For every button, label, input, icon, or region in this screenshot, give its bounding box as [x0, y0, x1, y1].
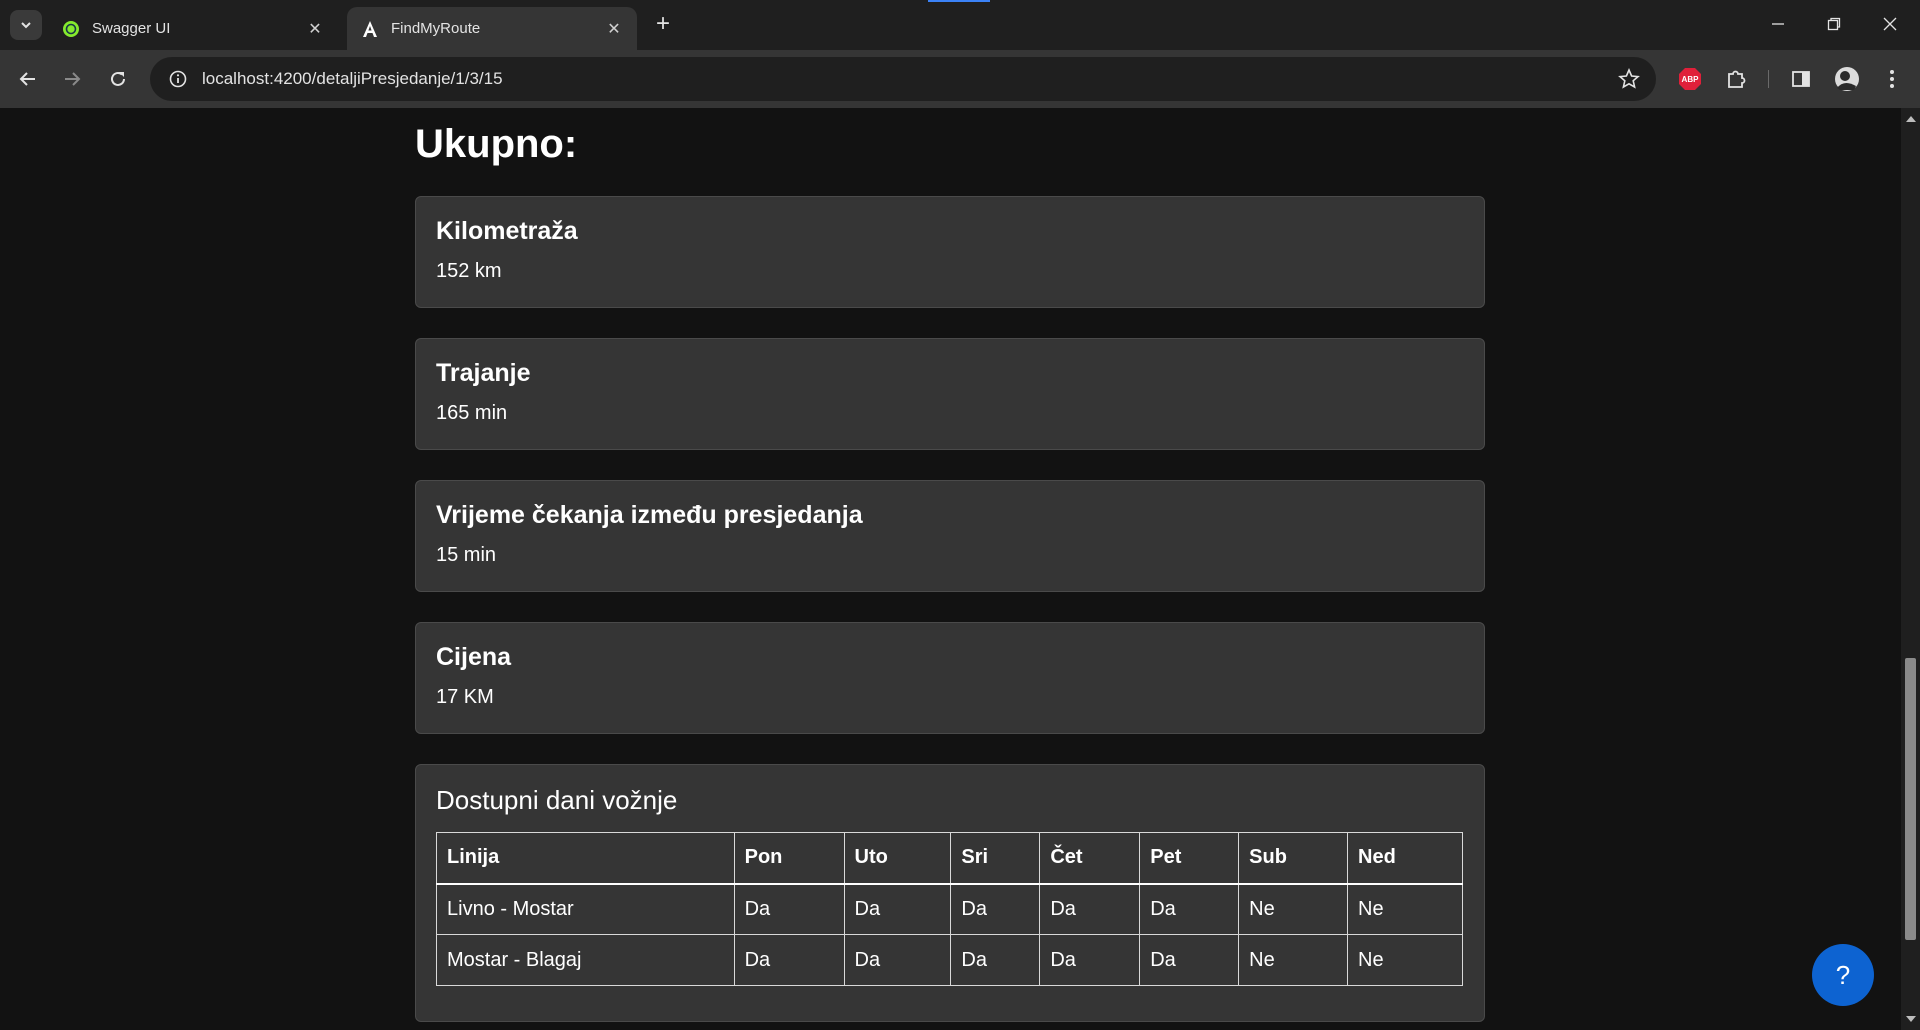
distance-card: Kilometraža 152 km [415, 196, 1485, 308]
profile-avatar-icon[interactable] [1833, 65, 1861, 93]
table-row: Mostar - Blagaj Da Da Da Da Da Ne Ne [436, 934, 1463, 986]
menu-kebab-icon[interactable] [1878, 65, 1906, 93]
arrow-right-icon [65, 72, 81, 86]
duration-card: Trajanje 165 min [415, 338, 1485, 450]
loading-indicator [928, 0, 990, 2]
table-cell: Da [733, 934, 845, 986]
reload-button[interactable] [102, 63, 134, 95]
new-tab-button[interactable]: + [650, 11, 676, 37]
scrollbar-thumb[interactable] [1905, 658, 1916, 940]
arrow-left-icon [19, 72, 35, 86]
scroll-up-icon[interactable] [1906, 116, 1916, 122]
tab-title: Swagger UI [92, 20, 171, 37]
table-header-cell: Ned [1347, 832, 1463, 885]
table-header-cell: Pet [1139, 832, 1240, 885]
table-header-row: Linija Pon Uto Sri Čet Pet Sub Ned [436, 832, 1463, 885]
table-cell: Livno - Mostar [436, 883, 735, 935]
side-panel-icon[interactable] [1787, 65, 1815, 93]
back-button[interactable] [12, 63, 44, 95]
card-title: Trajanje [436, 359, 531, 387]
price-card: Cijena 17 KM [415, 622, 1485, 734]
bookmark-star-icon[interactable] [1618, 67, 1640, 95]
table-cell: Ne [1347, 883, 1463, 935]
page-scrollbar[interactable] [1901, 108, 1920, 1030]
toolbar-divider [1768, 70, 1769, 88]
page-viewport: Ukupno: Kilometraža 152 km Trajanje 165 … [0, 108, 1901, 1030]
browser-toolbar: localhost:4200/detaljiPresjedanje/1/3/15… [0, 50, 1920, 108]
site-info-icon[interactable] [156, 70, 200, 88]
table-cell: Da [950, 934, 1041, 986]
minimize-icon[interactable] [1758, 10, 1798, 40]
card-value: 152 km [436, 260, 502, 282]
table-cell: Da [843, 934, 952, 986]
close-icon[interactable]: ✕ [306, 19, 324, 39]
card-title: Cijena [436, 643, 512, 671]
card-value: 165 min [436, 402, 508, 424]
adblock-label: ABP [1681, 74, 1699, 84]
close-icon[interactable]: ✕ [605, 19, 623, 39]
table-cell: Da [1139, 883, 1240, 935]
tab-swagger[interactable]: Swagger UI ✕ [48, 7, 338, 50]
table-header-cell: Pon [733, 832, 845, 885]
tab-title: FindMyRoute [391, 20, 481, 37]
extensions-puzzle-icon[interactable] [1722, 65, 1750, 93]
restore-icon[interactable] [1814, 10, 1854, 40]
tab-strip: Swagger UI ✕ FindMyRoute ✕ + [0, 0, 1920, 50]
route-summary: Ukupno: Kilometraža 152 km Trajanje 165 … [415, 108, 1485, 1022]
table-header-cell: Sri [950, 832, 1041, 885]
table-cell: Da [950, 883, 1041, 935]
card-title: Vrijeme čekanja između presjedanja [436, 501, 863, 529]
table-cell: Da [843, 883, 952, 935]
table-header-cell: Uto [843, 832, 952, 885]
url-text[interactable]: localhost:4200/detaljiPresjedanje/1/3/15 [202, 69, 503, 89]
table-cell: Da [1039, 934, 1141, 986]
card-value: 17 KM [436, 686, 494, 708]
tab-search-button[interactable] [10, 10, 42, 40]
forward-button[interactable] [56, 63, 88, 95]
table-cell: Da [1039, 883, 1141, 935]
angular-icon [361, 20, 379, 38]
swagger-icon [62, 20, 80, 38]
table-cell: Mostar - Blagaj [436, 934, 735, 986]
table-row: Livno - Mostar Da Da Da Da Da Ne Ne [436, 883, 1463, 935]
help-button[interactable]: ? [1812, 944, 1874, 1006]
address-bar[interactable]: localhost:4200/detaljiPresjedanje/1/3/15 [150, 57, 1656, 101]
waiting-time-card: Vrijeme čekanja između presjedanja 15 mi… [415, 480, 1485, 592]
table-header-cell: Sub [1238, 832, 1349, 885]
available-days-card: Dostupni dani vožnje Linija Pon Uto Sri … [415, 764, 1485, 1022]
table-cell: Ne [1238, 883, 1349, 935]
days-table: Linija Pon Uto Sri Čet Pet Sub Ned Livno… [436, 832, 1463, 986]
table-header-cell: Čet [1039, 832, 1141, 885]
page-title: Ukupno: [415, 122, 578, 166]
scroll-down-icon[interactable] [1906, 1016, 1916, 1022]
tab-findmyroute[interactable]: FindMyRoute ✕ [347, 7, 637, 50]
table-cell: Da [733, 883, 845, 935]
adblock-extension-icon[interactable]: ABP [1676, 65, 1704, 93]
reload-icon [111, 71, 125, 86]
table-header-cell: Linija [436, 832, 735, 885]
table-cell: Ne [1347, 934, 1463, 986]
close-window-icon[interactable] [1870, 10, 1910, 40]
table-cell: Ne [1238, 934, 1349, 986]
card-title: Dostupni dani vožnje [436, 785, 678, 815]
chevron-down-icon [21, 22, 31, 29]
card-value: 15 min [436, 544, 497, 566]
card-title: Kilometraža [436, 217, 578, 245]
table-cell: Da [1139, 934, 1240, 986]
